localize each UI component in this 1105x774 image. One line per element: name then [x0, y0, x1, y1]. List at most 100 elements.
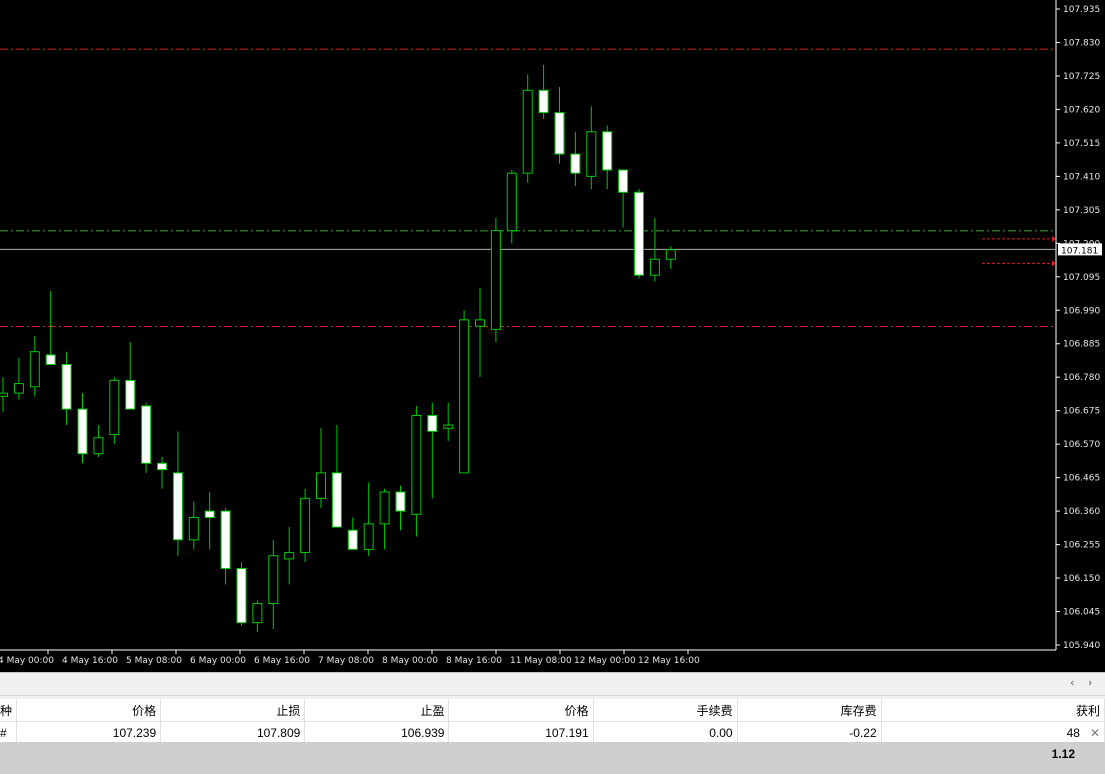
time-tick-label: 6 May 00:00: [190, 656, 246, 666]
candle-body-bull: [443, 424, 454, 429]
candle: [570, 131, 581, 186]
price-tick-label: 106.360: [1063, 507, 1100, 517]
candle: [45, 291, 56, 365]
candle-body-bull: [475, 319, 485, 327]
candle-body-bear: [141, 405, 152, 464]
candle-body-bull: [252, 603, 263, 624]
candle-body-bear: [634, 191, 644, 276]
price-tick-label: 106.885: [1063, 340, 1100, 350]
time-tick-label: 12 May 00:00: [574, 656, 636, 666]
candle-body-bear: [157, 462, 167, 471]
candle-body-bear: [125, 379, 136, 410]
time-tick-label: 8 May 00:00: [382, 656, 438, 666]
col-symbol[interactable]: 种: [0, 699, 18, 722]
col-commission[interactable]: 手续费: [593, 699, 738, 722]
price-chart[interactable]: 107.935 107.830 107.725 107.620 107.515 107.4…: [0, 0, 1105, 672]
candle-body-bear: [331, 472, 342, 528]
col-profit[interactable]: 获利: [881, 699, 1105, 722]
candle: [475, 287, 485, 378]
candle-body-bull: [0, 392, 8, 397]
order-current-price: 107.191: [448, 721, 594, 744]
price-tick-label: 107.305: [1063, 206, 1100, 216]
candle: [268, 539, 279, 630]
order-symbol: #: [0, 721, 18, 744]
order-marker-arrow-icon: [1052, 235, 1056, 242]
candle: [13, 358, 24, 400]
candle-body-bull: [300, 497, 311, 554]
candle: [602, 125, 613, 190]
price-tick-label: 106.465: [1063, 474, 1100, 484]
summary-profit: 1.12: [1051, 747, 1075, 761]
candle: [300, 488, 311, 563]
candle-body-bull: [268, 555, 279, 605]
col-open-price[interactable]: 价格: [16, 699, 162, 722]
candle-body-bear: [172, 472, 183, 541]
candle-body-bear: [427, 414, 438, 432]
candle: [125, 342, 136, 410]
candle: [220, 507, 231, 585]
terminal-panel: ‹ › 种 价格 止损 止盈 价格 手续费 库存费 获利 # 107.239 1…: [0, 672, 1105, 774]
candle: [443, 402, 454, 441]
price-tick-label: 106.255: [1063, 541, 1100, 551]
price-tick-label: 107.935: [1063, 5, 1100, 15]
price-tick-label: 107.095: [1063, 273, 1100, 283]
order-swap: -0.22: [737, 721, 882, 744]
candle: [347, 517, 358, 550]
candle: [93, 425, 104, 457]
scroll-right-icon[interactable]: ›: [1088, 676, 1092, 689]
candle-body-bull: [506, 172, 517, 232]
order-stop-loss[interactable]: 107.809: [160, 721, 306, 744]
candle-body-bear: [220, 510, 231, 569]
candle: [411, 405, 422, 537]
candle-body-bear: [602, 131, 613, 171]
candle: [204, 491, 215, 550]
terminal-toolbar: ‹ ›: [0, 673, 1105, 696]
price-tick-label: 106.150: [1063, 574, 1100, 584]
candle: [379, 488, 390, 550]
scroll-left-icon[interactable]: ‹: [1070, 676, 1074, 689]
summary-bar: 1.12: [0, 742, 1105, 774]
candle-body-bear: [61, 363, 72, 410]
candle: [538, 64, 549, 119]
candle: [157, 456, 167, 489]
time-tick-label: 4 May 16:00: [62, 656, 118, 666]
price-tick-label: 106.570: [1063, 440, 1100, 450]
price-tick-label: 107.830: [1063, 38, 1100, 48]
time-tick-label: 12 May 16:00: [638, 656, 700, 666]
candle-body-bear: [77, 408, 88, 455]
candle: [316, 428, 326, 508]
price-tick-label: 106.045: [1063, 608, 1100, 618]
chart-canvas[interactable]: 107.935 107.830 107.725 107.620 107.515 107.4…: [0, 0, 1105, 672]
candle-body-bull: [93, 437, 104, 455]
candle: [29, 335, 40, 397]
candle-body-bull: [459, 319, 470, 474]
candle-body-bull: [411, 414, 422, 515]
candle-body-bear: [204, 510, 215, 518]
candle-body-bear: [395, 491, 406, 512]
close-order-icon[interactable]: ✕: [1090, 726, 1100, 740]
candle-body-bear: [45, 354, 56, 365]
order-profit-cell: 48 ✕: [881, 721, 1105, 744]
col-swap[interactable]: 库存费: [737, 699, 882, 722]
time-tick-label: 8 May 16:00: [446, 656, 502, 666]
candle-body-bull: [284, 552, 295, 560]
time-tick-label: 5 May 08:00: [126, 656, 182, 666]
candle-body-bull: [649, 258, 660, 276]
candle: [331, 425, 342, 528]
candle: [490, 217, 501, 343]
order-row[interactable]: # 107.239 107.809 106.939 107.191 0.00 -…: [0, 721, 1105, 744]
price-tick-label: 107.725: [1063, 72, 1100, 82]
candle-body-bull: [379, 491, 390, 525]
order-profit: 48: [1066, 726, 1080, 740]
col-stop-loss[interactable]: 止损: [160, 699, 306, 722]
price-tick-label: 107.410: [1063, 172, 1100, 182]
candle: [0, 377, 8, 413]
order-take-profit[interactable]: 106.939: [304, 721, 450, 744]
col-current-price[interactable]: 价格: [448, 699, 594, 722]
col-take-profit[interactable]: 止盈: [304, 699, 450, 722]
time-tick-label: 11 May 08:00: [510, 656, 572, 666]
price-tick-label: 106.780: [1063, 373, 1100, 383]
candle-body-bear: [236, 567, 247, 624]
candle: [77, 393, 88, 464]
candle-body-bear: [618, 169, 629, 193]
